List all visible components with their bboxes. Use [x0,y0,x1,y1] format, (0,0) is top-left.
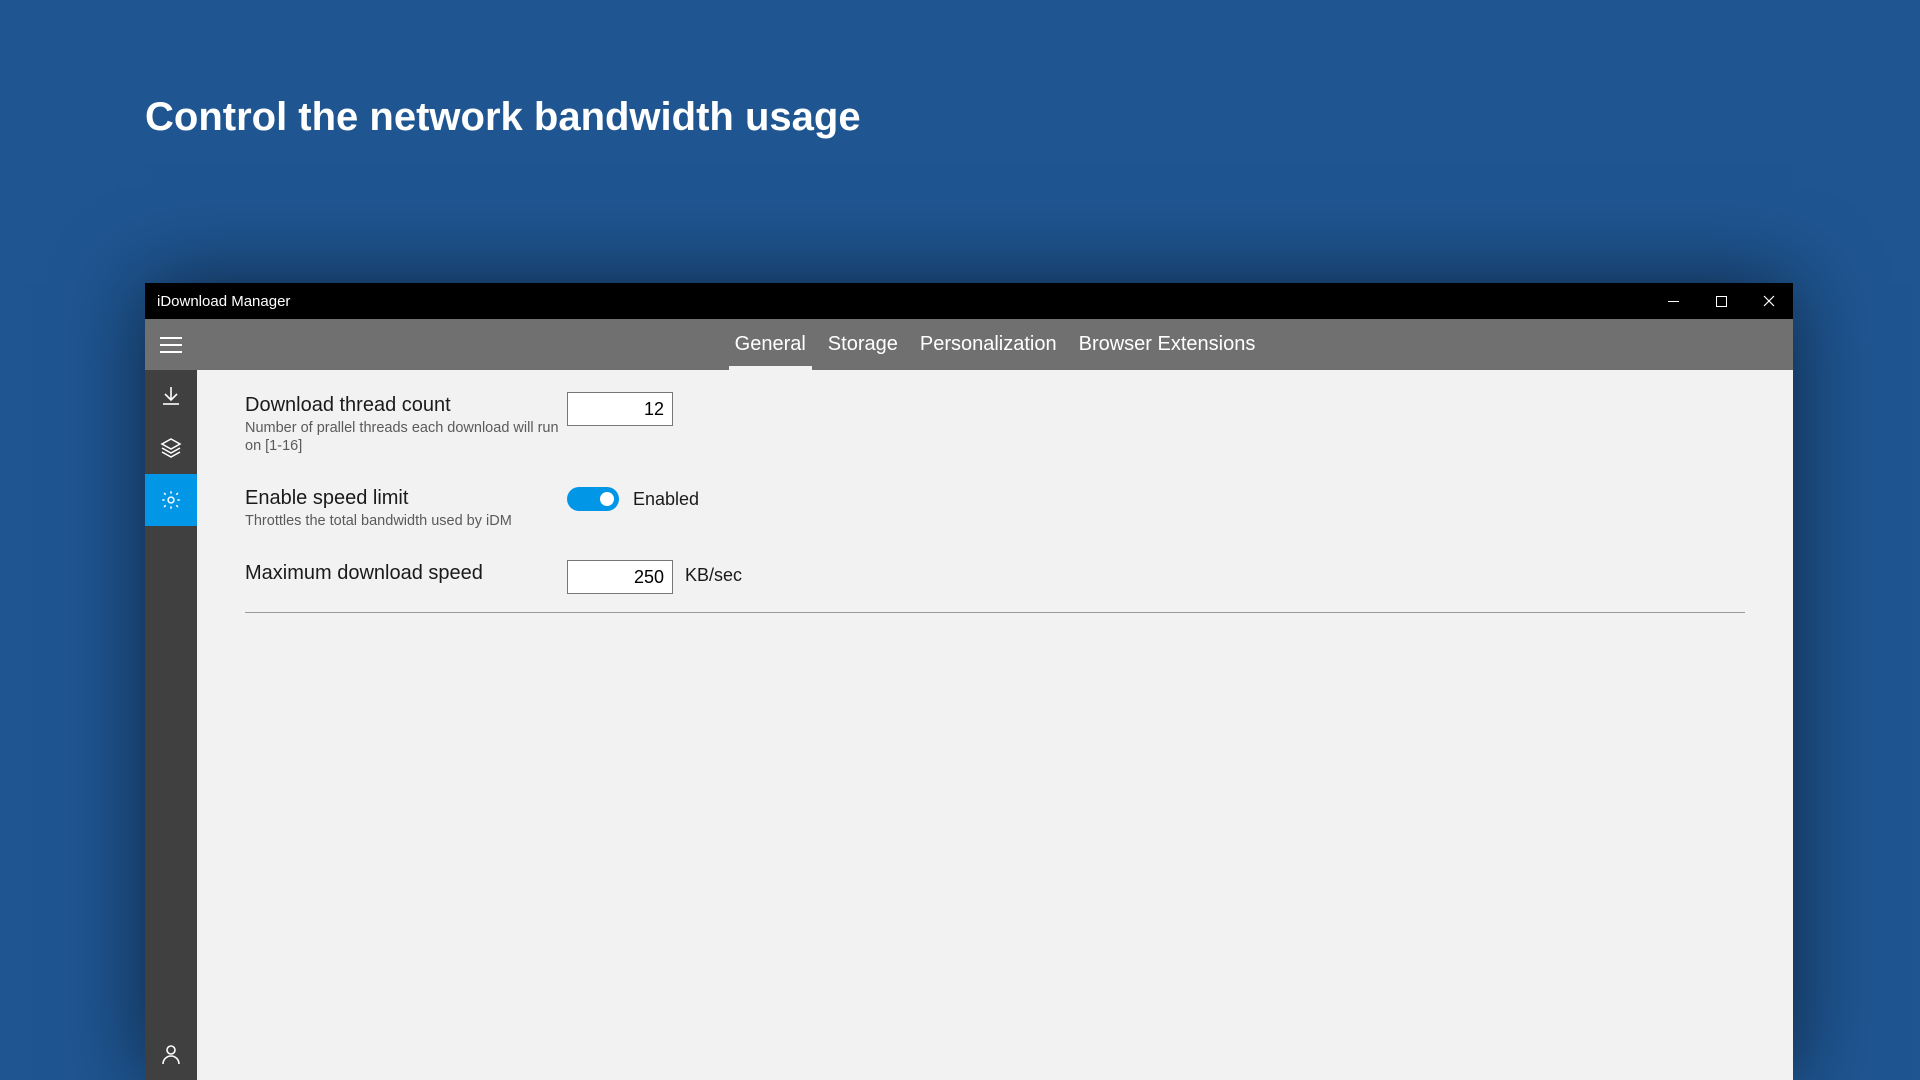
thread-count-input[interactable] [567,392,673,426]
download-icon [161,386,181,406]
speed-limit-label: Enable speed limit [245,487,567,510]
sidebar-item-queue[interactable] [145,422,197,474]
body: Download thread count Number of prallel … [145,370,1793,1080]
sidebar-item-account[interactable] [145,1028,197,1080]
titlebar: iDownload Manager [145,283,1793,319]
speed-limit-desc: Throttles the total bandwidth used by iD… [245,512,567,530]
page-title: Control the network bandwidth usage [145,95,861,140]
speed-limit-state: Enabled [633,489,699,510]
gear-icon [160,489,182,511]
tab-general[interactable]: General [733,319,808,370]
speed-limit-toggle[interactable] [567,487,619,511]
maximize-button[interactable] [1697,283,1745,319]
close-button[interactable] [1745,283,1793,319]
sidebar-item-settings[interactable] [145,474,197,526]
tab-personalization[interactable]: Personalization [918,319,1059,370]
max-speed-input[interactable] [567,560,673,594]
maximize-icon [1716,296,1727,307]
row-speed-limit: Enable speed limit Throttles the total b… [245,485,1745,530]
app-title: iDownload Manager [157,293,290,310]
tab-browser-extensions[interactable]: Browser Extensions [1077,319,1258,370]
max-speed-label: Maximum download speed [245,562,567,585]
sidebar [145,370,197,1080]
close-icon [1763,295,1775,307]
minimize-button[interactable] [1649,283,1697,319]
person-icon [160,1043,182,1065]
separator [245,612,1745,613]
layers-icon [160,437,182,459]
app-window: iDownload Manager [145,283,1793,1080]
tabs: General Storage Personalization Browser … [197,319,1793,370]
row-max-speed: Maximum download speed KB/sec [245,560,1745,594]
ribbon: General Storage Personalization Browser … [145,319,1793,370]
row-thread-count: Download thread count Number of prallel … [245,392,1745,455]
settings-content: Download thread count Number of prallel … [197,370,1793,1080]
sidebar-item-downloads[interactable] [145,370,197,422]
tab-storage[interactable]: Storage [826,319,900,370]
hamburger-icon [160,337,182,353]
menu-button[interactable] [145,319,197,370]
minimize-icon [1668,296,1679,307]
thread-count-desc: Number of prallel threads each download … [245,419,567,455]
thread-count-label: Download thread count [245,394,567,417]
window-controls [1649,283,1793,319]
max-speed-unit: KB/sec [685,560,742,586]
toggle-knob [600,492,614,506]
